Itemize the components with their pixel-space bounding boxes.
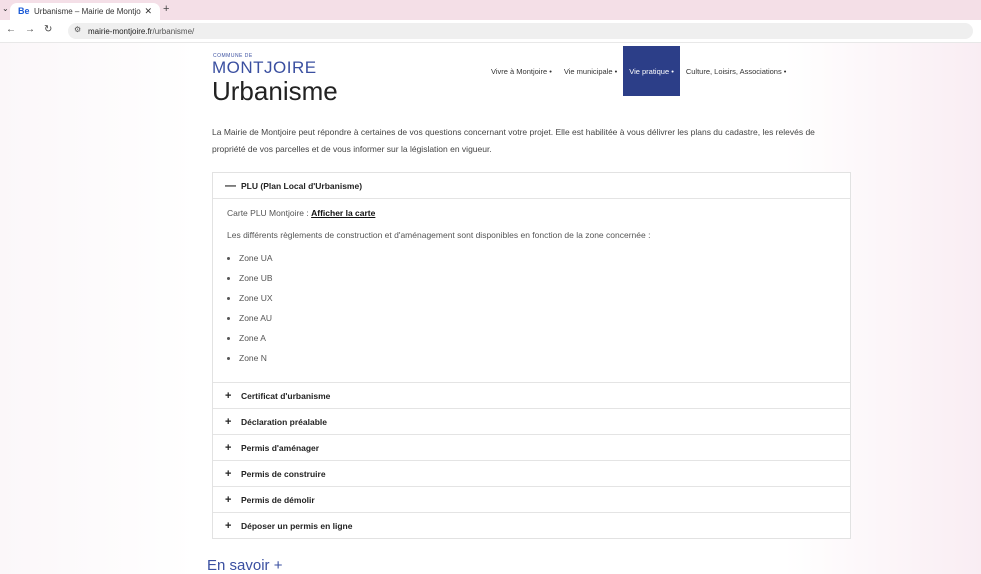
expand-icon: + — [225, 415, 232, 428]
accordion-title: PLU (Plan Local d'Urbanisme) — [241, 180, 363, 191]
list-item[interactable]: Zone UX — [239, 292, 836, 312]
url-field[interactable]: ⚙ mairie-montjoire.fr/urbanisme/ — [68, 23, 973, 39]
list-item[interactable]: Zone N — [239, 352, 836, 372]
accordion-title: Permis d'aménager — [241, 442, 320, 453]
accordion-body-plu: Carte PLU Montjoire : Afficher la carte … — [213, 199, 850, 383]
expand-icon: + — [225, 389, 232, 402]
list-item[interactable]: Zone AU — [239, 312, 836, 332]
reload-icon[interactable]: ↻ — [44, 24, 52, 35]
page-title: Urbanisme — [212, 76, 338, 106]
accordion-title: Déposer un permis en ligne — [241, 520, 353, 531]
forward-icon[interactable]: → — [25, 24, 35, 35]
accordion-header-declaration[interactable]: + Déclaration préalable — [213, 409, 850, 435]
new-tab-icon[interactable]: + — [163, 3, 169, 15]
expand-icon: + — [225, 519, 232, 532]
menu-item-vie-municipale[interactable]: Vie municipale • — [558, 46, 623, 96]
expand-icon: + — [225, 467, 232, 480]
browser-tab-bar: ⌄ Be Urbanisme – Mairie de Montjo ✕ + — [0, 0, 981, 20]
url-domain: mairie-montjoire.fr — [88, 26, 153, 36]
accordion-header-amenager[interactable]: + Permis d'aménager — [213, 435, 850, 461]
site-logo[interactable]: MONTJOIRE — [212, 58, 317, 78]
accordion-header-certificat[interactable]: + Certificat d'urbanisme — [213, 383, 850, 409]
list-item[interactable]: Zone UA — [239, 252, 836, 272]
accordion-header-deposer[interactable]: + Déposer un permis en ligne — [213, 513, 850, 538]
menu-item-culture[interactable]: Culture, Loisirs, Associations • — [680, 46, 793, 96]
accordion: — PLU (Plan Local d'Urbanisme) Carte PLU… — [212, 172, 851, 539]
accordion-header-demolir[interactable]: + Permis de démolir — [213, 487, 850, 513]
url-path: /urbanisme/ — [152, 26, 195, 36]
tab-title: Urbanisme – Mairie de Montjo — [34, 7, 141, 16]
accordion-title: Permis de démolir — [241, 494, 315, 505]
site-info-icon[interactable]: ⚙ — [74, 25, 81, 34]
back-icon[interactable]: ← — [6, 24, 16, 35]
zone-list: Zone UA Zone UB Zone UX Zone AU Zone A Z… — [227, 252, 836, 372]
expand-icon: + — [225, 441, 232, 454]
expand-icon: + — [225, 493, 232, 506]
map-link[interactable]: Afficher la carte — [311, 208, 375, 218]
zones-description: Les différents règlements de constructio… — [227, 230, 651, 240]
main-menu: Vivre à Montjoire • Vie municipale • Vie… — [485, 46, 792, 96]
close-tab-icon[interactable]: ✕ — [144, 6, 152, 17]
learn-more-link[interactable]: En savoir + — [207, 557, 282, 574]
accordion-header-plu[interactable]: — PLU (Plan Local d'Urbanisme) — [213, 173, 850, 199]
map-label: Carte PLU Montjoire : — [227, 208, 309, 218]
intro-text: La Mairie de Montjoire peut répondre à c… — [212, 127, 815, 154]
list-item[interactable]: Zone UB — [239, 272, 836, 292]
map-line: Carte PLU Montjoire : Afficher la carte — [227, 208, 836, 218]
browser-tab[interactable]: Be Urbanisme – Mairie de Montjo ✕ — [10, 3, 160, 20]
accordion-title: Permis de construire — [241, 468, 326, 479]
address-bar: ← → ↻ ⚙ mairie-montjoire.fr/urbanisme/ — [0, 20, 981, 43]
list-item[interactable]: Zone A — [239, 332, 836, 352]
collapse-icon: — — [225, 179, 236, 192]
accordion-title: Certificat d'urbanisme — [241, 390, 331, 401]
menu-item-vie-pratique[interactable]: Vie pratique • — [623, 46, 680, 96]
favicon-icon: Be — [18, 6, 30, 16]
menu-item-vivre[interactable]: Vivre à Montjoire • — [485, 46, 558, 96]
accordion-title: Déclaration préalable — [241, 416, 327, 427]
tab-list-chevron-icon[interactable]: ⌄ — [2, 4, 9, 13]
accordion-header-construire[interactable]: + Permis de construire — [213, 461, 850, 487]
